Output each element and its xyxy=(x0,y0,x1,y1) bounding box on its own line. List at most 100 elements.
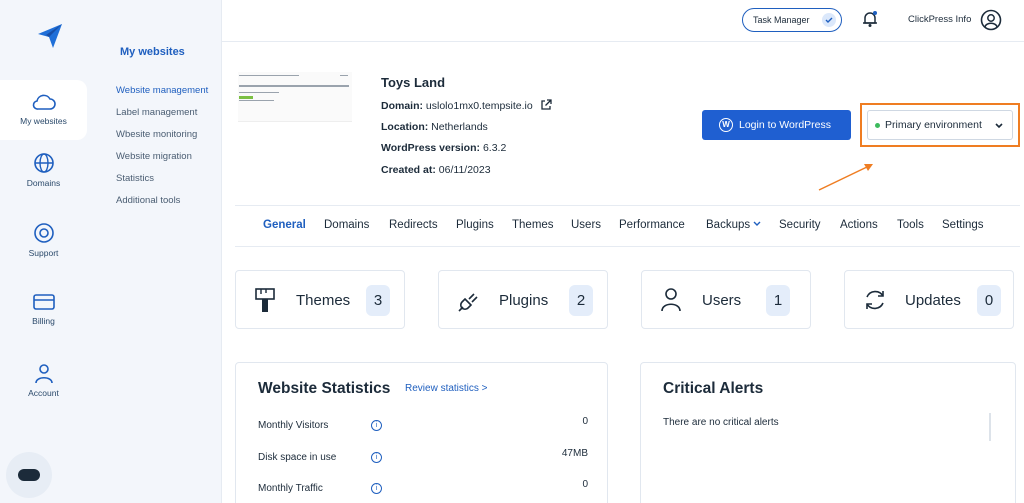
info-icon[interactable]: i xyxy=(371,420,382,431)
site-created: Created at: 06/11/2023 xyxy=(381,164,491,176)
wp-version-label: WordPress version: xyxy=(381,142,481,154)
tab-backups[interactable]: Backups xyxy=(706,219,761,231)
user-avatar-icon[interactable] xyxy=(980,9,1002,31)
users-card[interactable]: Users 1 xyxy=(641,270,811,329)
tab-actions[interactable]: Actions xyxy=(840,219,878,231)
sidebar-item-label: Account xyxy=(28,388,59,398)
sub-navigation: My websites Website management Label man… xyxy=(105,0,222,503)
sidebar-item-label: Billing xyxy=(32,316,55,326)
cloud-icon xyxy=(32,94,56,110)
subnav-item-website-management[interactable]: Website management xyxy=(116,85,208,96)
stat-label: Monthly Visitors xyxy=(258,420,329,431)
themes-card[interactable]: Themes 3 xyxy=(235,270,405,329)
sidebar-item-support[interactable]: Support xyxy=(0,210,87,270)
card-count: 3 xyxy=(366,285,390,316)
stat-row: Disk space in use i 47MB xyxy=(258,448,588,463)
chat-icon xyxy=(18,469,40,481)
sidebar-item-billing[interactable]: Billing xyxy=(0,280,87,340)
tab-redirects[interactable]: Redirects xyxy=(389,219,438,231)
check-icon xyxy=(822,13,836,27)
stat-label: Monthly Traffic xyxy=(258,483,323,494)
sidebar-item-domains[interactable]: Domains xyxy=(0,140,87,200)
site-wp-version: WordPress version: 6.3.2 xyxy=(381,142,506,154)
subnav-item-website-monitoring[interactable]: Wbesite monitoring xyxy=(116,129,197,140)
task-manager-button[interactable]: Task Manager xyxy=(742,8,842,32)
location-value: Netherlands xyxy=(431,121,488,133)
plugins-card[interactable]: Plugins 2 xyxy=(438,270,608,329)
sidebar-item-label: Support xyxy=(28,248,59,258)
plug-icon xyxy=(458,293,478,312)
created-label: Created at: xyxy=(381,164,436,176)
tab-tools[interactable]: Tools xyxy=(897,219,924,231)
lifebuoy-icon xyxy=(33,223,54,243)
subnav-item-website-migration[interactable]: Website migration xyxy=(116,151,192,162)
user-name[interactable]: ClickPress Info xyxy=(908,14,971,25)
icon-rail: My websites Domains Support Billing Acco… xyxy=(0,0,105,503)
alerts-title: Critical Alerts xyxy=(663,380,764,397)
subnav-item-statistics[interactable]: Statistics xyxy=(116,173,154,184)
stat-value: 47MB xyxy=(561,448,588,459)
refresh-icon xyxy=(866,290,884,310)
tab-security[interactable]: Security xyxy=(779,219,821,231)
card-count: 0 xyxy=(977,285,1001,316)
chevron-down-icon xyxy=(994,112,1004,152)
globe-icon xyxy=(33,153,54,173)
card-label: Plugins xyxy=(499,292,549,309)
login-wordpress-button[interactable]: W Login to WordPress xyxy=(702,110,851,140)
location-label: Location: xyxy=(381,121,429,133)
sidebar-item-account[interactable]: Account xyxy=(0,350,87,410)
website-statistics-panel: Website Statistics Review statistics > M… xyxy=(235,362,608,503)
wordpress-icon: W xyxy=(719,118,733,132)
subnav-item-label-management[interactable]: Label management xyxy=(116,107,197,118)
website-thumbnail[interactable] xyxy=(238,72,352,122)
stat-label: Disk space in use xyxy=(258,452,337,463)
info-icon[interactable]: i xyxy=(371,483,382,494)
brush-icon xyxy=(255,288,275,312)
site-name: Toys Land xyxy=(381,75,446,90)
login-wordpress-label: Login to WordPress xyxy=(739,119,832,131)
card-count: 2 xyxy=(569,285,593,316)
stat-value: 0 xyxy=(582,416,588,427)
updates-card[interactable]: Updates 0 xyxy=(844,270,1014,329)
sidebar-item-label: Domains xyxy=(26,178,61,188)
credit-card-icon xyxy=(32,294,55,310)
status-dot xyxy=(875,123,880,128)
environment-select[interactable]: Primary environment xyxy=(867,110,1013,140)
critical-alerts-panel: Critical Alerts There are no critical al… xyxy=(640,362,1016,503)
scrollbar[interactable] xyxy=(989,413,991,441)
statistics-title: Website Statistics xyxy=(258,380,391,397)
stat-value: 0 xyxy=(582,479,588,490)
no-alerts-message: There are no critical alerts xyxy=(663,417,779,428)
tab-settings[interactable]: Settings xyxy=(942,219,984,231)
external-link-icon[interactable] xyxy=(540,99,552,111)
tab-themes[interactable]: Themes xyxy=(512,219,554,231)
stat-row: Monthly Traffic i 0 xyxy=(258,479,588,494)
chat-widget-button[interactable] xyxy=(6,452,52,498)
subnav-item-additional-tools[interactable]: Additional tools xyxy=(116,195,180,206)
tab-general[interactable]: General xyxy=(263,219,306,231)
stat-row: Monthly Visitors i 0 xyxy=(258,416,588,431)
sidebar-item-my-websites[interactable]: My websites xyxy=(0,80,87,140)
task-manager-label: Task Manager xyxy=(753,15,810,25)
subnav-title: My websites xyxy=(120,46,185,58)
created-value: 06/11/2023 xyxy=(438,164,491,176)
tab-performance[interactable]: Performance xyxy=(619,219,685,231)
tab-domains[interactable]: Domains xyxy=(324,219,369,231)
card-label: Updates xyxy=(905,292,961,309)
review-statistics-link[interactable]: Review statistics > xyxy=(405,383,488,394)
user-icon xyxy=(34,364,53,384)
logo-icon[interactable] xyxy=(36,22,64,50)
wp-version-value: 6.3.2 xyxy=(482,142,507,154)
environment-value: Primary environment xyxy=(885,119,982,131)
info-icon[interactable]: i xyxy=(371,452,382,463)
site-domain: Domain: uslolo1mx0.tempsite.io xyxy=(381,99,552,112)
bell-icon[interactable] xyxy=(862,10,878,28)
tab-plugins[interactable]: Plugins xyxy=(456,219,494,231)
sidebar-item-label: My websites xyxy=(20,116,67,126)
annotation-arrow xyxy=(818,164,873,191)
card-label: Themes xyxy=(296,292,351,309)
tab-users[interactable]: Users xyxy=(571,219,601,231)
user-icon xyxy=(661,288,681,312)
site-location: Location: Netherlands xyxy=(381,121,488,133)
domain-value[interactable]: uslolo1mx0.tempsite.io xyxy=(426,100,533,112)
